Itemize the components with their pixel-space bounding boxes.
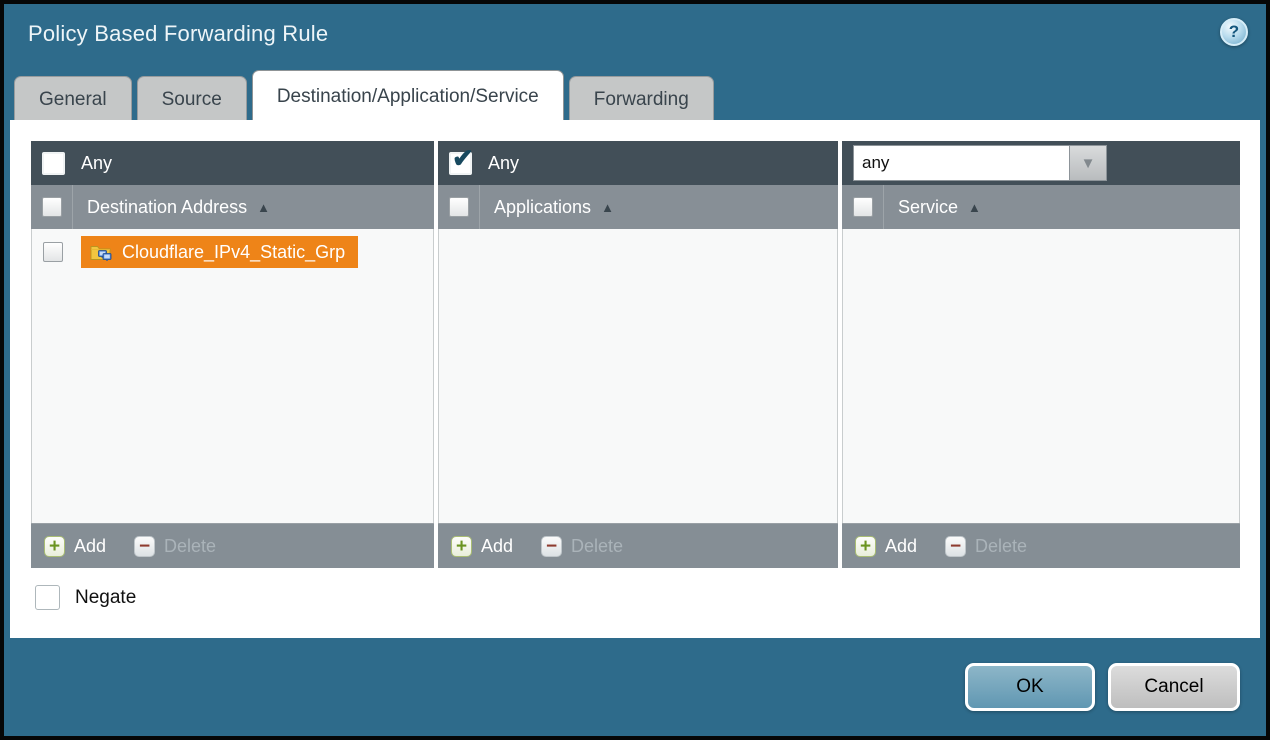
address-group-item[interactable]: Cloudflare_IPv4_Static_Grp [81,236,358,268]
negate-label: Negate [75,587,136,609]
minus-icon: − [945,536,966,557]
policy-based-forwarding-rule-dialog: Policy Based Forwarding Rule ? General S… [0,0,1270,740]
negate-checkbox[interactable] [35,585,60,610]
destination-any-label: Any [81,153,112,174]
service-dropdown-button[interactable]: ▼ [1069,145,1107,181]
sort-asc-icon[interactable]: ▲ [968,200,981,215]
applications-column-title: Applications [494,197,591,218]
destination-delete-button[interactable]: − Delete [134,536,216,557]
service-select-all-checkbox[interactable] [853,197,873,217]
ok-button[interactable]: OK [965,663,1095,711]
question-mark-glyph: ? [1229,22,1239,42]
dialog-button-bar: OK Cancel [4,634,1266,736]
service-column-title: Service [898,197,958,218]
destination-address-column: Any Destination Address ▲ [31,141,434,568]
destination-list[interactable]: Cloudflare_IPv4_Static_Grp [31,229,434,523]
applications-list[interactable] [438,229,838,523]
applications-delete-button[interactable]: − Delete [541,536,623,557]
service-table-header: Service ▲ [842,185,1240,229]
service-dropdown-input[interactable] [853,145,1069,181]
plus-icon: + [855,536,876,557]
minus-icon: − [541,536,562,557]
tab-destination-application-service[interactable]: Destination/Application/Service [252,70,564,122]
dialog-titlebar: Policy Based Forwarding Rule ? [4,4,1266,68]
destination-any-bar: Any [31,141,434,185]
tab-bar: General Source Destination/Application/S… [14,70,714,122]
selector-columns: Any Destination Address ▲ [10,120,1260,568]
destination-add-button[interactable]: + Add [44,536,106,557]
applications-footer: + Add − Delete [438,523,838,568]
help-icon[interactable]: ? [1220,18,1248,46]
destination-select-all-checkbox[interactable] [42,197,62,217]
checkmark-icon: ✔ [452,145,474,171]
applications-table-header: Applications ▲ [438,185,838,229]
table-row: Cloudflare_IPv4_Static_Grp [32,236,433,268]
applications-select-all-checkbox[interactable] [449,197,469,217]
plus-icon: + [451,536,472,557]
tab-forwarding[interactable]: Forwarding [569,76,714,122]
destination-footer: + Add − Delete [31,523,434,568]
tab-general[interactable]: General [14,76,132,122]
applications-column: ✔ Any Applications ▲ + Add [438,141,838,568]
tab-source[interactable]: Source [137,76,247,122]
cancel-button[interactable]: Cancel [1108,663,1240,711]
service-dropdown[interactable]: ▼ [853,145,1107,181]
applications-add-button[interactable]: + Add [451,536,513,557]
tab-content-panel: Any Destination Address ▲ [10,120,1260,638]
applications-any-checkbox[interactable]: ✔ [449,152,472,175]
address-group-label: Cloudflare_IPv4_Static_Grp [122,242,345,263]
dialog-title: Policy Based Forwarding Rule [28,21,328,46]
chevron-down-icon: ▼ [1081,155,1096,172]
service-footer: + Add − Delete [842,523,1240,568]
plus-icon: + [44,536,65,557]
applications-any-bar: ✔ Any [438,141,838,185]
applications-any-label: Any [488,153,519,174]
service-list[interactable] [842,229,1240,523]
sort-asc-icon[interactable]: ▲ [257,200,270,215]
address-group-icon [90,243,113,262]
service-delete-button[interactable]: − Delete [945,536,1027,557]
minus-icon: − [134,536,155,557]
service-add-button[interactable]: + Add [855,536,917,557]
service-column: ▼ Service ▲ + Add [842,141,1240,568]
sort-asc-icon[interactable]: ▲ [601,200,614,215]
negate-row: Negate [35,585,1260,610]
service-mode-bar: ▼ [842,141,1240,185]
row-checkbox[interactable] [43,242,63,262]
destination-column-title: Destination Address [87,197,247,218]
destination-any-checkbox[interactable] [42,152,65,175]
destination-table-header: Destination Address ▲ [31,185,434,229]
